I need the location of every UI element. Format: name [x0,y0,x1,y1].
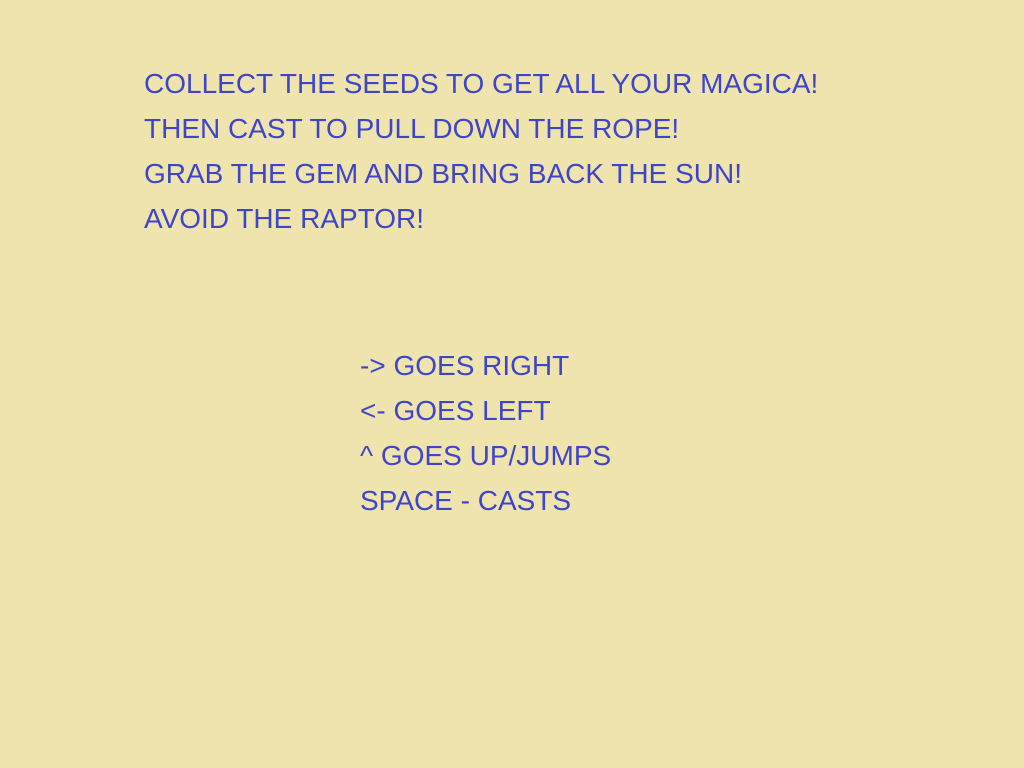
instructions-screen: COLLECT THE SEEDS TO GET ALL YOUR MAGICA… [0,0,1024,768]
instruction-line-grab-gem: GRAB THE GEM AND BRING BACK THE SUN! [144,158,742,189]
objective-instructions: COLLECT THE SEEDS TO GET ALL YOUR MAGICA… [144,61,818,241]
instruction-line-avoid-raptor: AVOID THE RAPTOR! [144,203,425,234]
control-up-jump: ^ GOES UP/JUMPS [360,440,612,471]
control-left: <- GOES LEFT [360,395,551,426]
control-right: -> GOES RIGHT [360,350,570,381]
instruction-line-collect-seeds: COLLECT THE SEEDS TO GET ALL YOUR MAGICA… [144,68,819,99]
control-cast: SPACE - CASTS [360,485,572,516]
instruction-line-cast-rope: THEN CAST TO PULL DOWN THE ROPE! [144,113,680,144]
controls-legend: -> GOES RIGHT <- GOES LEFT ^ GOES UP/JUM… [360,343,611,523]
